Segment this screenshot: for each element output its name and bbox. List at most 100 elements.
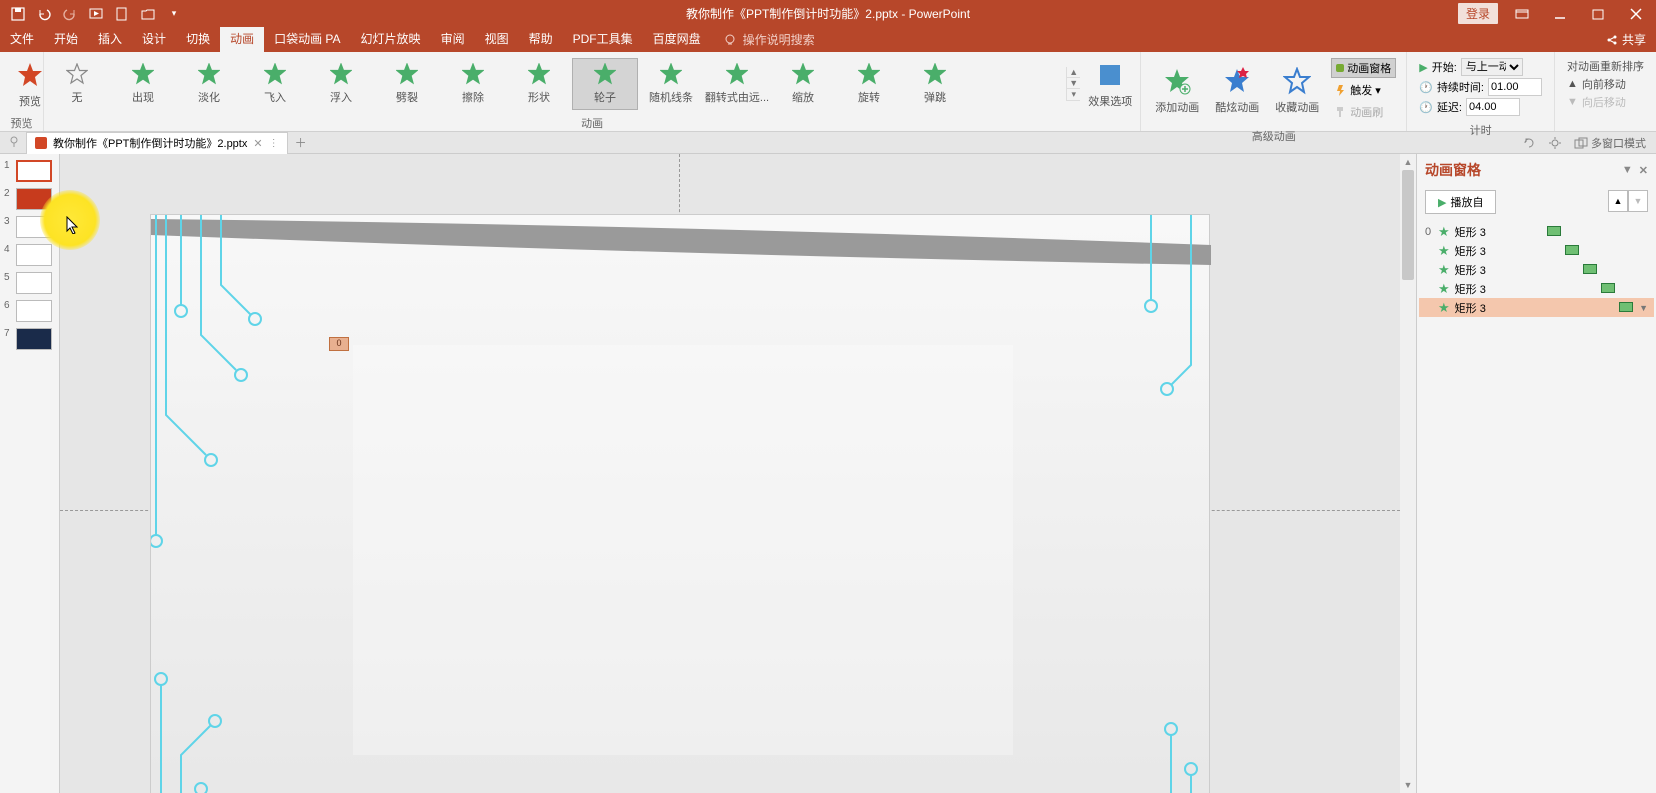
anim-item-5[interactable]: 劈裂 [374,58,440,110]
multi-window-button[interactable]: 多窗口模式 [1568,135,1652,151]
thumb-number: 4 [4,244,12,255]
slide-thumbnail[interactable] [16,216,52,238]
pane-move-down-button[interactable]: ▼ [1628,190,1648,212]
pin-icon[interactable] [8,136,22,150]
animation-pane-toggle[interactable]: 动画窗格 [1331,58,1396,78]
tell-me-search[interactable]: 操作说明搜索 [723,31,815,48]
vertical-scrollbar[interactable]: ▲ ▼ [1400,154,1416,793]
maximize-icon[interactable] [1584,4,1612,24]
login-button[interactable]: 登录 [1458,3,1498,24]
slide-thumbnail[interactable] [16,272,52,294]
anim-item-9[interactable]: 随机线条 [638,58,704,110]
tab-view[interactable]: 视图 [475,27,519,52]
scroll-up-icon[interactable]: ▲ [1400,154,1416,170]
cool-animation-button[interactable]: 酷炫动画 [1207,63,1267,117]
collect-animation-button[interactable]: 收藏动画 [1267,63,1327,117]
thumbnail-row[interactable]: 2 [4,188,55,210]
effect-options-button[interactable]: 效果选项 [1080,57,1140,111]
pane-move-up-button[interactable]: ▲ [1608,190,1628,212]
item-name: 矩形 3 [1455,243,1486,259]
tab-baidu[interactable]: 百度网盘 [643,27,711,52]
tab-insert[interactable]: 插入 [88,27,132,52]
tab-help[interactable]: 帮助 [519,27,563,52]
scroll-thumb[interactable] [1402,170,1414,280]
gallery-up-icon[interactable]: ▲ [1067,67,1080,78]
tab-menu-icon[interactable]: ⋮ [269,138,279,149]
delay-input[interactable] [1466,98,1520,116]
countdown-shape[interactable]: 0 [329,337,349,351]
start-select[interactable]: 与上一动画... [1461,58,1523,76]
tab-design[interactable]: 设计 [132,27,176,52]
workspace: 1 2 3 4 5 6 7 [0,154,1656,793]
animation-list-item[interactable]: ★矩形 3 [1419,260,1654,279]
anim-item-4[interactable]: 浮入 [308,58,374,110]
document-tab[interactable]: 教你制作《PPT制作倒计时功能》2.pptx ✕ ⋮ [26,132,288,154]
move-earlier-button[interactable]: ▲向前移动 [1567,76,1644,92]
anim-item-1[interactable]: 出现 [110,58,176,110]
pane-close-icon[interactable]: ✕ [1639,164,1648,177]
slide[interactable]: 0 [150,214,1210,793]
scroll-down-icon[interactable]: ▼ [1400,777,1416,793]
tab-transitions[interactable]: 切换 [176,27,220,52]
slideshow-icon[interactable] [88,6,104,22]
slide-thumbnail[interactable] [16,160,52,182]
scroll-track[interactable] [1400,170,1416,777]
open-icon[interactable] [140,6,156,22]
close-tab-icon[interactable]: ✕ [253,137,262,150]
add-animation-button[interactable]: 添加动画 [1147,63,1207,117]
slide-thumbnail[interactable] [16,244,52,266]
animation-list-item[interactable]: ★矩形 3 [1419,279,1654,298]
share-button[interactable]: 共享 [1606,31,1656,48]
animation-list-item[interactable]: 0★矩形 3 [1419,222,1654,241]
gallery-more-icon[interactable]: ▾ [1067,89,1080,101]
tab-pdf[interactable]: PDF工具集 [563,27,643,52]
play-from-button[interactable]: ▶播放自 [1425,190,1496,214]
thumbnail-row[interactable]: 5 [4,272,55,294]
save-icon[interactable] [10,6,26,22]
trigger-button[interactable]: 触发 ▾ [1331,80,1396,100]
tab-pocket-anim[interactable]: 口袋动画 PA [264,27,350,52]
undo-icon[interactable] [36,6,52,22]
slide-thumbnail[interactable] [16,300,52,322]
thumbnail-row[interactable]: 3 [4,216,55,238]
animation-painter-button[interactable]: 动画刷 [1331,102,1396,122]
animation-list-item[interactable]: ★矩形 3 [1419,241,1654,260]
thumbnail-row[interactable]: 1 [4,160,55,182]
anim-item-3[interactable]: 飞入 [242,58,308,110]
painter-icon [1335,106,1347,118]
tab-home[interactable]: 开始 [44,27,88,52]
anim-item-11[interactable]: 缩放 [770,58,836,110]
anim-item-12[interactable]: 旋转 [836,58,902,110]
anim-item-6[interactable]: 擦除 [440,58,506,110]
anim-item-8[interactable]: 轮子 [572,58,638,110]
redo-icon[interactable] [62,6,78,22]
pane-dropdown-icon[interactable]: ▼ [1622,164,1633,177]
anim-item-2[interactable]: 淡化 [176,58,242,110]
slide-thumbnail[interactable] [16,188,52,210]
anim-item-7[interactable]: 形状 [506,58,572,110]
new-icon[interactable] [114,6,130,22]
thumbnail-row[interactable]: 7 [4,328,55,350]
item-dropdown-icon[interactable]: ▼ [1639,303,1648,313]
add-document-button[interactable]: ＋ [292,134,310,152]
minimize-icon[interactable] [1546,4,1574,24]
thumbnail-row[interactable]: 4 [4,244,55,266]
anim-item-13[interactable]: 弹跳 [902,58,968,110]
ribbon-display-options-icon[interactable] [1508,4,1536,24]
share-icon [1606,34,1618,46]
tab-review[interactable]: 审阅 [431,27,475,52]
slide-canvas[interactable]: 0 [60,154,1400,793]
gallery-down-icon[interactable]: ▼ [1067,78,1080,89]
anim-item-0[interactable]: 无 [44,58,110,110]
close-icon[interactable] [1622,4,1650,24]
star-icon [924,63,946,85]
animation-list-item[interactable]: ★矩形 3▼ [1419,298,1654,317]
duration-input[interactable] [1488,78,1542,96]
qat-dropdown-icon[interactable]: ▾ [166,6,182,22]
tab-animations[interactable]: 动画 [220,27,264,52]
thumbnail-row[interactable]: 6 [4,300,55,322]
anim-item-10[interactable]: 翻转式由远... [704,58,770,110]
tab-file[interactable]: 文件 [0,27,44,52]
tab-slideshow[interactable]: 幻灯片放映 [351,27,431,52]
slide-thumbnail[interactable] [16,328,52,350]
